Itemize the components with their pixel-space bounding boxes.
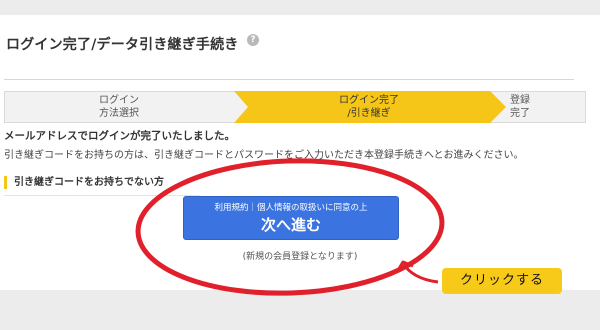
click-callout-label: クリックする xyxy=(442,268,562,294)
highlight-circle xyxy=(135,158,445,296)
